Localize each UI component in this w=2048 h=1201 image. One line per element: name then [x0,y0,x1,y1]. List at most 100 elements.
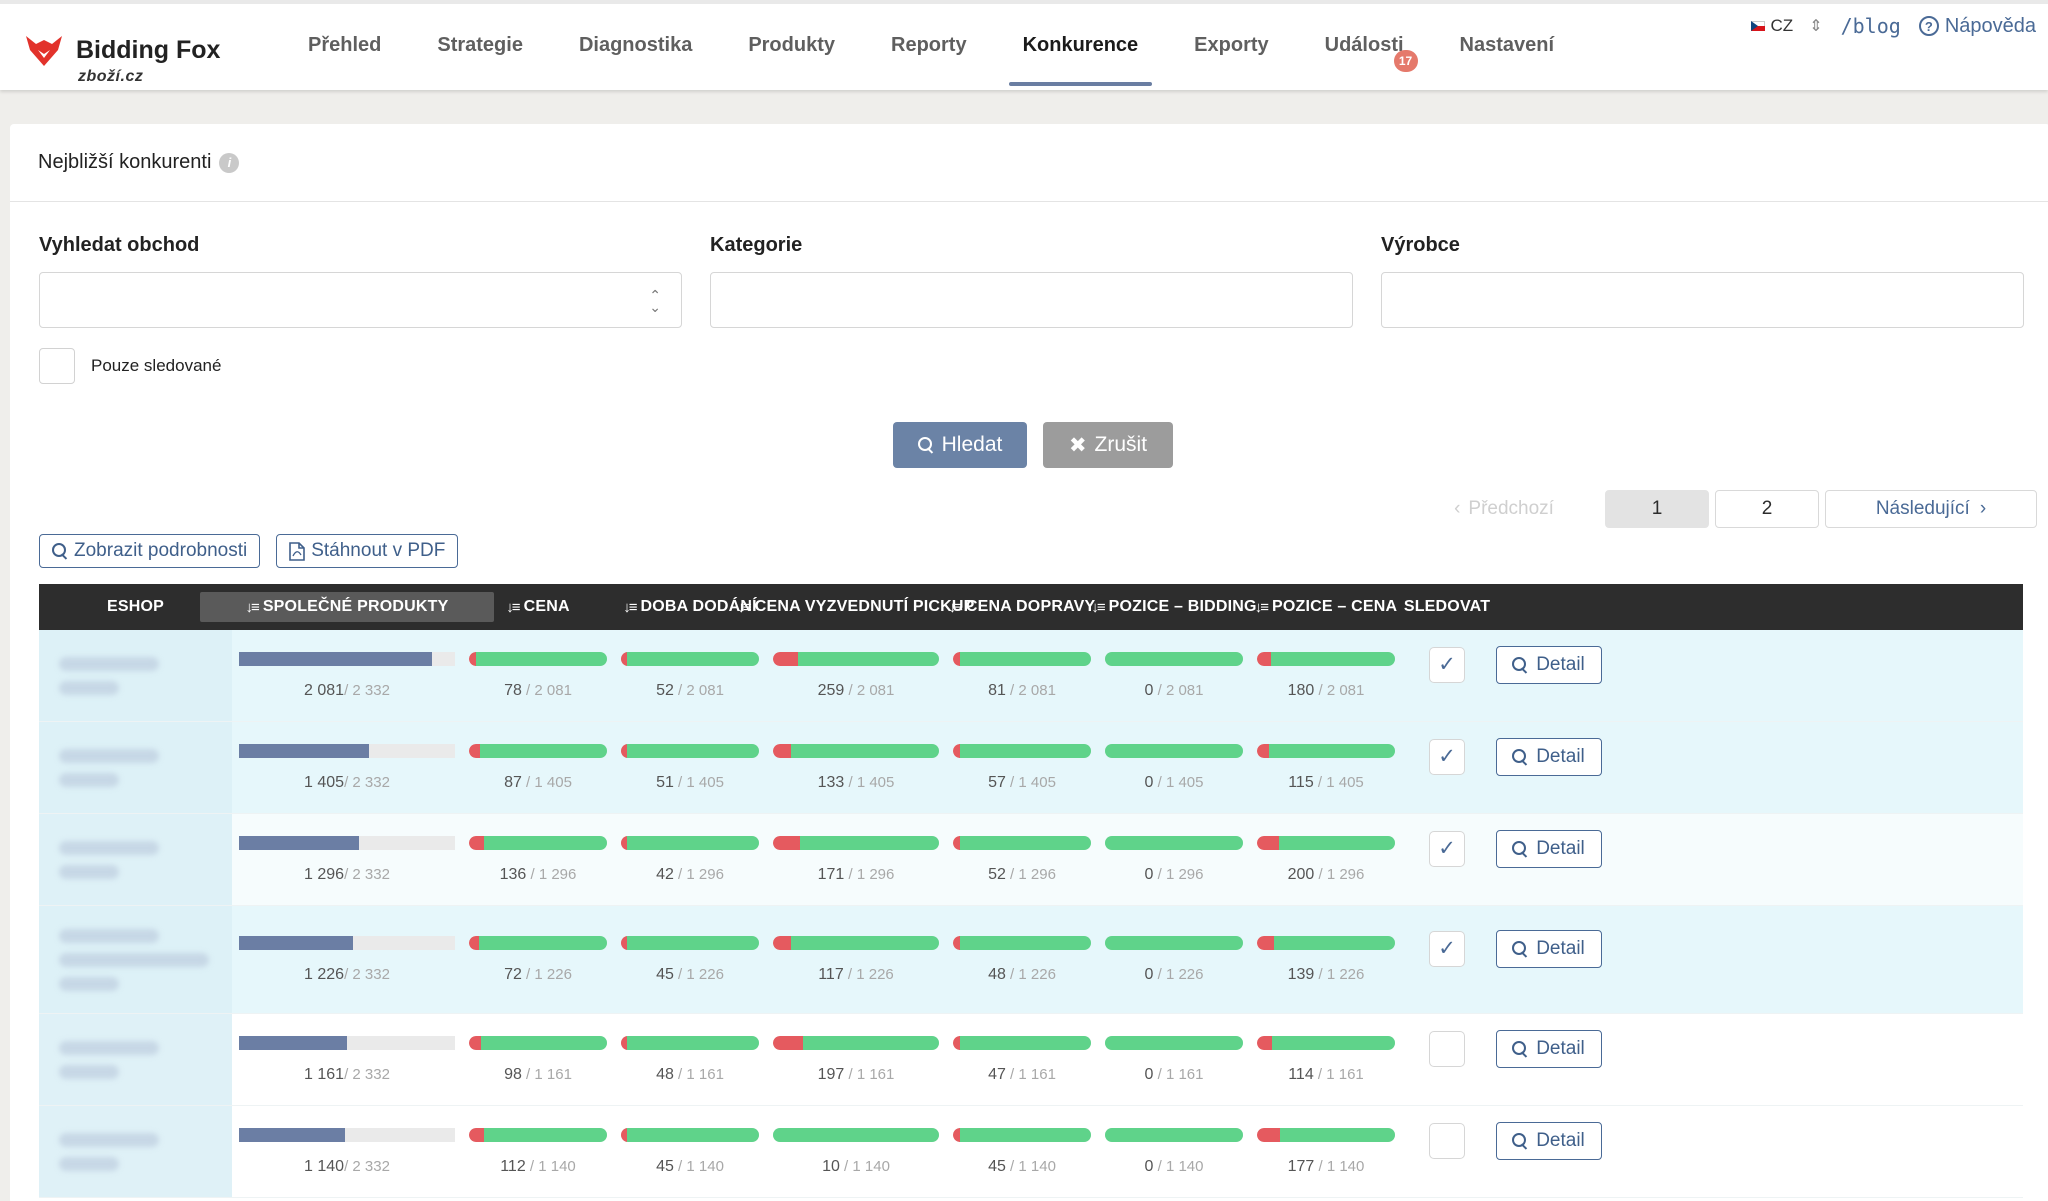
watched-only-checkbox[interactable] [39,348,75,384]
metric-bar-red [1257,743,1270,758]
detail-button[interactable]: Detail [1495,737,1602,776]
nav-item-2[interactable]: Diagnostika [551,4,720,86]
info-icon[interactable]: i [219,152,240,173]
shared-products-cell: 1 226/ 2 332 [232,906,462,1013]
check-icon: ✓ [1438,837,1456,860]
pagination-page-2[interactable]: 2 [1715,490,1819,528]
nav-item-5[interactable]: Konkurence [995,4,1167,86]
metric-count-sep: / [843,965,857,983]
column-header-7[interactable]: ↓≡ POZICE – CENA [1250,584,1402,630]
metric-count-sep: / [1153,681,1166,699]
metric-count-poz: 177 / 1 140 [1288,1158,1365,1176]
metric-count-total: 1 161 [856,1065,895,1083]
metric-count-total: 2 081 [1018,681,1056,699]
eshop-cell[interactable] [39,1106,232,1197]
pagination-page-1[interactable]: 1 [1605,490,1709,528]
cancel-button[interactable]: ✖ Zrušit [1043,422,1173,468]
chevron-left-icon: ‹ [1454,498,1461,519]
metric-count-sep: / [673,773,687,791]
category-input[interactable] [710,272,1353,328]
metric-cell-doba: 45 / 1 140 [614,1106,766,1197]
column-header-5[interactable]: ↓≡ CENA DOPRAVY [946,584,1098,630]
table-row[interactable]: 1 296/ 2 332 136 / 1 296 42 / 1 296 171 / 1… [39,814,2023,906]
metric-bar-doba [621,1127,759,1142]
select-caret-icon: ⇕ [1809,18,1823,35]
watch-cell: ✓ [1402,814,1492,905]
watch-checkbox[interactable]: ✓ [1429,738,1465,775]
column-header-2[interactable]: ↓≡ CENA [462,584,614,630]
manufacturer-input[interactable] [1381,272,2024,328]
eshop-cell[interactable] [39,722,232,813]
metric-bar-cena [469,1035,607,1050]
watch-checkbox[interactable]: ✓ [1429,830,1465,867]
help-link[interactable]: ? Nápověda [1918,15,2036,38]
nav-item-label: Reporty [891,33,967,56]
metric-count-sep: / [673,1065,687,1083]
nav-item-6[interactable]: Exporty [1166,4,1296,86]
metric-count-value: 114 [1288,1065,1314,1083]
download-pdf-button[interactable]: Stáhnout v PDF [276,534,459,568]
main-navigation: Přehled Strategie Diagnostika Produkty Repor… [280,4,1582,90]
eshop-cell[interactable] [39,814,232,905]
language-selector[interactable]: CZ ⇕ [1750,16,1823,36]
metric-bar-red [469,1127,485,1142]
blog-link[interactable]: /blog [1841,14,1901,38]
nav-item-8[interactable]: Nastavení [1432,4,1583,86]
filter-manufacturer-label: Výrobce [1381,234,1460,256]
brand-logo[interactable]: Bidding Fox zboží.cz [24,28,224,88]
search-button[interactable]: Hledat [893,422,1027,468]
metric-bar-green [1105,743,1243,758]
eshop-cell[interactable] [39,1014,232,1105]
watch-checkbox[interactable]: ✓ [1429,930,1465,967]
metric-count-value: 78 [504,681,522,699]
pagination-next[interactable]: Následující › [1825,490,2037,528]
competitors-table: ESHOP ↓≡ SPOLEČNÉ PRODUKTY ↓≡ CENA ↓≡ DOBA DOD… [39,584,2023,1198]
shared-products-fill [239,1035,347,1050]
watch-checkbox[interactable] [1429,1030,1465,1067]
table-row[interactable]: 1 405/ 2 332 87 / 1 405 51 / 1 405 133 / 1 … [39,722,2023,814]
language-label: CZ [1770,16,1794,35]
detail-button[interactable]: Detail [1495,829,1602,868]
detail-button[interactable]: Detail [1495,645,1602,684]
column-header-1[interactable]: ↓≡ SPOLEČNÉ PRODUKTY [199,584,495,630]
metric-bar-red [621,935,627,950]
metric-count-total: 1 161 [534,1065,572,1083]
metric-count-pickup: 133 / 1 405 [818,774,895,792]
table-row[interactable]: 1 140/ 2 332 112 / 1 140 45 / 1 140 10 / 1 … [39,1106,2023,1198]
nav-item-7[interactable]: Události 17 [1297,4,1432,86]
metric-cell-doprava: 45 / 1 140 [946,1106,1098,1197]
column-header-6[interactable]: ↓≡ POZICE – BIDDING [1091,584,1256,630]
metric-bar-cena [469,935,607,950]
metric-cell-doprava: 52 / 1 296 [946,814,1098,905]
search-icon [1512,748,1528,765]
metric-bar-green [480,1035,607,1050]
table-row[interactable]: 1 161/ 2 332 98 / 1 161 48 / 1 161 197 / 1 … [39,1014,2023,1106]
nav-item-4[interactable]: Reporty [863,4,995,86]
watch-checkbox[interactable]: ✓ [1429,646,1465,683]
search-icon [1512,656,1528,673]
eshop-cell[interactable] [39,630,232,721]
detail-button[interactable]: Detail [1495,1121,1602,1160]
detail-button[interactable]: Detail [1495,1029,1602,1068]
show-details-button[interactable]: Zobrazit podrobnosti [39,534,261,568]
metric-count-value: 171 [817,865,845,883]
metric-count-pickup: 171 / 1 296 [818,866,895,884]
metric-bar-poz [1257,743,1395,758]
watch-checkbox[interactable] [1429,1122,1465,1159]
pagination-previous[interactable]: ‹ Předchozí [1409,490,1599,528]
shared-products-bar [239,835,455,850]
table-row[interactable]: 2 081/ 2 332 78 / 2 081 52 / 2 081 259 / 2 … [39,630,2023,722]
column-header-4[interactable]: ↓≡ CENA VYZVEDNUTÍ PICKUP [737,584,974,630]
nav-item-1[interactable]: Strategie [409,4,551,86]
nav-item-0[interactable]: Přehled [280,4,409,86]
eshop-cell[interactable] [39,906,232,1013]
metric-count-value: 51 [656,773,674,791]
pagination-next-label: Následující [1875,498,1970,519]
metric-bar-doba [621,743,759,758]
table-row[interactable]: 1 226/ 2 332 72 / 1 226 45 / 1 226 117 / 1 … [39,906,2023,1014]
detail-button[interactable]: Detail [1495,929,1602,968]
shop-select[interactable]: ⌃ ⌄ [39,272,682,328]
metric-count-sep: / [1005,865,1019,883]
nav-item-3[interactable]: Produkty [720,4,863,86]
metric-count-sep: / [525,1157,539,1175]
